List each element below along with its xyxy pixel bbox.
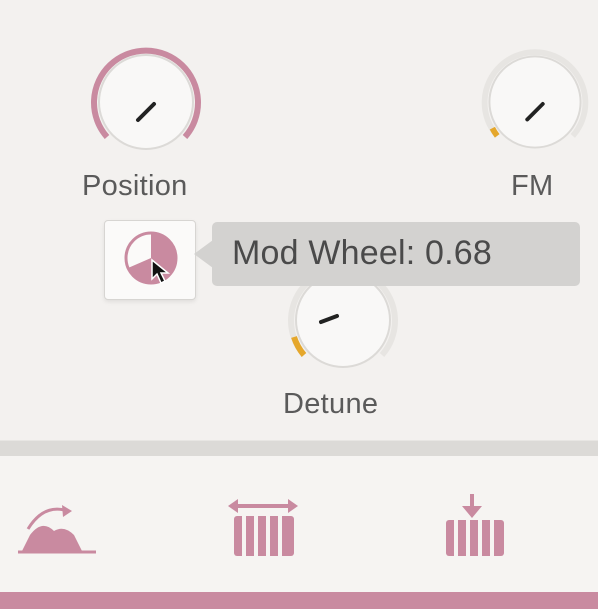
detune-knob-face [295,272,391,368]
mountain-glide-icon[interactable] [18,495,100,555]
position-label: Position [82,170,188,202]
fm-knob[interactable] [472,37,598,167]
mod-wheel-source-button[interactable] [104,220,196,300]
tooltip-text: Mod Wheel: 0.68 [232,234,493,272]
section-divider [0,440,598,457]
position-knob[interactable] [81,37,211,167]
detune-label: Detune [283,388,379,420]
keyboard-target-icon[interactable] [436,494,516,562]
fm-label: FM [511,170,554,202]
mod-wheel-tooltip: Mod Wheel: 0.68 [212,222,580,286]
keyboard-spread-icon[interactable] [226,494,308,562]
selected-tab-indicator [0,592,598,609]
fm-knob-face [488,55,582,149]
fm-knob-ring [489,126,500,138]
tooltip-arrow [194,240,213,268]
position-knob-face [98,54,194,150]
